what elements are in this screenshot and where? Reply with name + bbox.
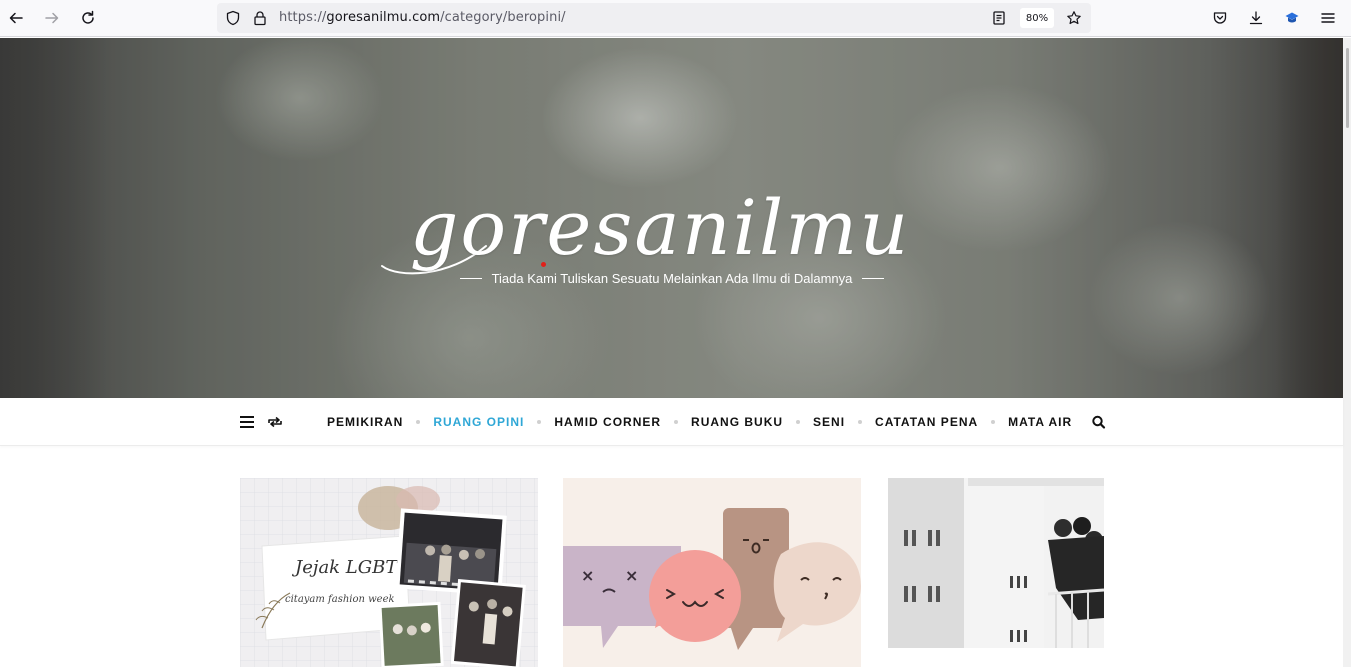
app-menu-button[interactable]: [1317, 7, 1339, 29]
tagline-rule-right: [862, 277, 885, 279]
nav-item-pemikiran[interactable]: PEMIKIRAN: [327, 415, 403, 429]
balcony-photo-image: [888, 478, 1104, 648]
nav-separator: [674, 420, 679, 424]
site-header-hero: goresanilmu Tiada Kami Tuliskan Sesuatu …: [0, 38, 1343, 398]
url-text[interactable]: https://goresanilmu.com/category/beropin…: [279, 10, 566, 25]
graduation-cap-icon: [1285, 12, 1299, 23]
random-post-icon[interactable]: [266, 414, 284, 430]
nav-item-seni[interactable]: SENI: [813, 415, 845, 429]
reload-icon: [82, 10, 94, 24]
nav-item-catatan-pena[interactable]: CATATAN PENA: [875, 415, 978, 429]
url-path: /category/beropini/: [440, 10, 566, 25]
pocket-button[interactable]: [1209, 7, 1231, 29]
star-icon: [1067, 11, 1081, 25]
nav-item-mata-air[interactable]: MATA AIR: [1008, 415, 1072, 429]
address-bar[interactable]: https://goresanilmu.com/category/beropin…: [217, 3, 1091, 33]
collage-subtitle-text: citayam fashion week: [285, 594, 395, 605]
download-icon: [1249, 11, 1263, 25]
browser-toolbar: https://goresanilmu.com/category/beropin…: [0, 0, 1351, 37]
pocket-icon: [1213, 12, 1227, 24]
nav-separator: [796, 420, 801, 424]
shield-icon: [226, 10, 240, 26]
sidebar-menu-icon[interactable]: [238, 414, 256, 430]
downloads-button[interactable]: [1245, 7, 1267, 29]
speech-bubbles-image: × ×: [563, 478, 861, 667]
nav-separator: [858, 420, 863, 424]
bookmark-button[interactable]: [1063, 7, 1085, 29]
reader-view-button[interactable]: [988, 7, 1010, 29]
svg-text:×: ×: [625, 566, 638, 585]
url-prefix: https://: [279, 10, 327, 25]
hamburger-menu-icon: [1321, 13, 1335, 23]
zoom-level-button[interactable]: 80%: [1020, 8, 1054, 28]
forward-arrow-icon: [45, 12, 59, 24]
tagline-rule-left: [459, 277, 482, 279]
search-icon[interactable]: [1090, 414, 1108, 430]
nav-separator: [537, 420, 542, 424]
post-card-thumbnail[interactable]: [888, 478, 1104, 648]
tagline-text: Tiada Kami Tuliskan Sesuatu Melainkan Ad…: [491, 270, 853, 286]
extension-button[interactable]: [1281, 7, 1303, 29]
site-tagline: Tiada Kami Tuliskan Sesuatu Melainkan Ad…: [456, 268, 888, 288]
svg-text:×: ×: [581, 566, 594, 585]
nav-separator: [991, 420, 996, 424]
reader-view-icon: [993, 11, 1005, 25]
red-dot-marker: [541, 262, 546, 267]
nav-separator: [416, 420, 421, 424]
site-title-link[interactable]: goresanilmu: [380, 178, 940, 278]
site-info-button[interactable]: [249, 7, 271, 29]
tracking-protection-button[interactable]: [222, 7, 244, 29]
scrollbar-thumb[interactable]: [1346, 48, 1349, 128]
reload-button[interactable]: [77, 7, 99, 29]
post-card-thumbnail[interactable]: Jejak LGBT citayam fashion week: [240, 478, 538, 667]
nav-menu: PEMIKIRAN RUANG OPINI HAMID CORNER RUANG…: [327, 414, 1072, 430]
lgbt-collage-image: Jejak LGBT citayam fashion week: [240, 478, 538, 667]
post-card-thumbnail[interactable]: × ×: [563, 478, 861, 667]
back-button[interactable]: [5, 7, 27, 29]
main-navigation: PEMIKIRAN RUANG OPINI HAMID CORNER RUANG…: [0, 398, 1343, 446]
url-host: goresanilmu.com: [326, 10, 441, 25]
nav-item-ruang-opini[interactable]: RUANG OPINI: [433, 415, 524, 429]
page-scrollbar[interactable]: [1343, 38, 1351, 667]
back-arrow-icon: [9, 12, 23, 24]
collage-title-text: Jejak LGBT: [291, 557, 399, 578]
forward-button[interactable]: [41, 7, 63, 29]
lock-icon: [254, 11, 266, 26]
nav-item-ruang-buku[interactable]: RUANG BUKU: [691, 415, 783, 429]
nav-item-hamid-corner[interactable]: HAMID CORNER: [554, 415, 661, 429]
